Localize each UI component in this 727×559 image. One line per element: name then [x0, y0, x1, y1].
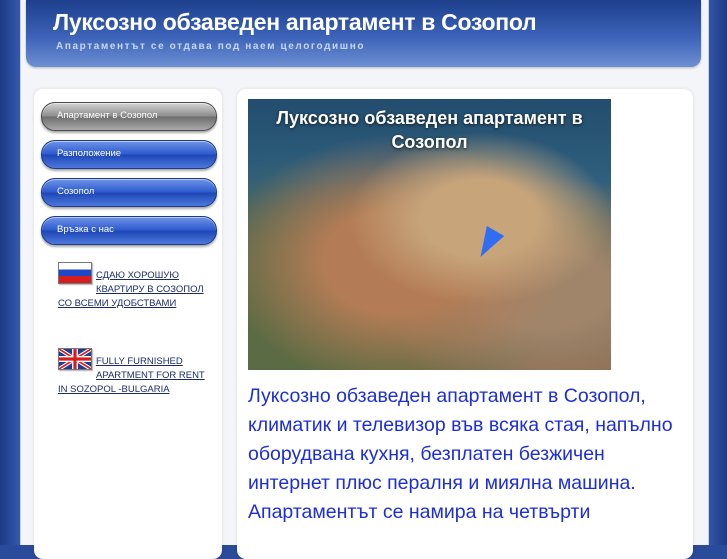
- nav-item-location[interactable]: Разположение: [41, 140, 217, 169]
- apartment-description: Луксозно обзаведен апартамент в Созопол,…: [248, 385, 673, 523]
- main-navigation: Апартамент в Созопол Разположение Созопо…: [41, 102, 217, 254]
- nav-item-label: Връзка с нас: [57, 224, 114, 235]
- nav-item-label: Апартамент в Созопол: [57, 110, 158, 121]
- photo-title: Луксозно обзаведен апартамент в Созопол: [276, 108, 583, 152]
- main-content: Луксозно обзаведен апартамент в Созопол …: [237, 89, 693, 559]
- nav-item-label: Разположение: [57, 148, 122, 159]
- russian-version-link-block: СДАЮ ХОРОШУЮ КВАРТИРУ В СОЗОПОЛ СО ВСЕМИ…: [58, 261, 208, 311]
- nav-item-apartment[interactable]: Апартамент в Созопол: [41, 102, 217, 131]
- nav-item-label: Созопол: [57, 186, 95, 197]
- uk-flag-icon[interactable]: [58, 348, 92, 370]
- russia-flag-icon[interactable]: [58, 262, 92, 284]
- nav-item-contact[interactable]: Връзка с нас: [41, 216, 217, 245]
- nav-item-sozopol[interactable]: Созопол: [41, 178, 217, 207]
- site-title: Луксозно обзаведен апартамент в Созопол: [53, 9, 537, 35]
- site-header: Луксозно обзаведен апартамент в Созопол …: [26, 0, 701, 67]
- location-arrow-icon: [471, 226, 505, 262]
- sidebar: Апартамент в Созопол Разположение Созопо…: [34, 89, 222, 559]
- site-subtitle: Апартаментът се отдава под наем целогоди…: [56, 41, 366, 52]
- page-container: Луксозно обзаведен апартамент в Созопол …: [20, 0, 709, 559]
- sozopol-aerial-photo: Луксозно обзаведен апартамент в Созопол: [248, 99, 611, 370]
- english-version-link-block: FULLY FURNISHED APARTMENT FOR RENT IN SO…: [58, 347, 208, 397]
